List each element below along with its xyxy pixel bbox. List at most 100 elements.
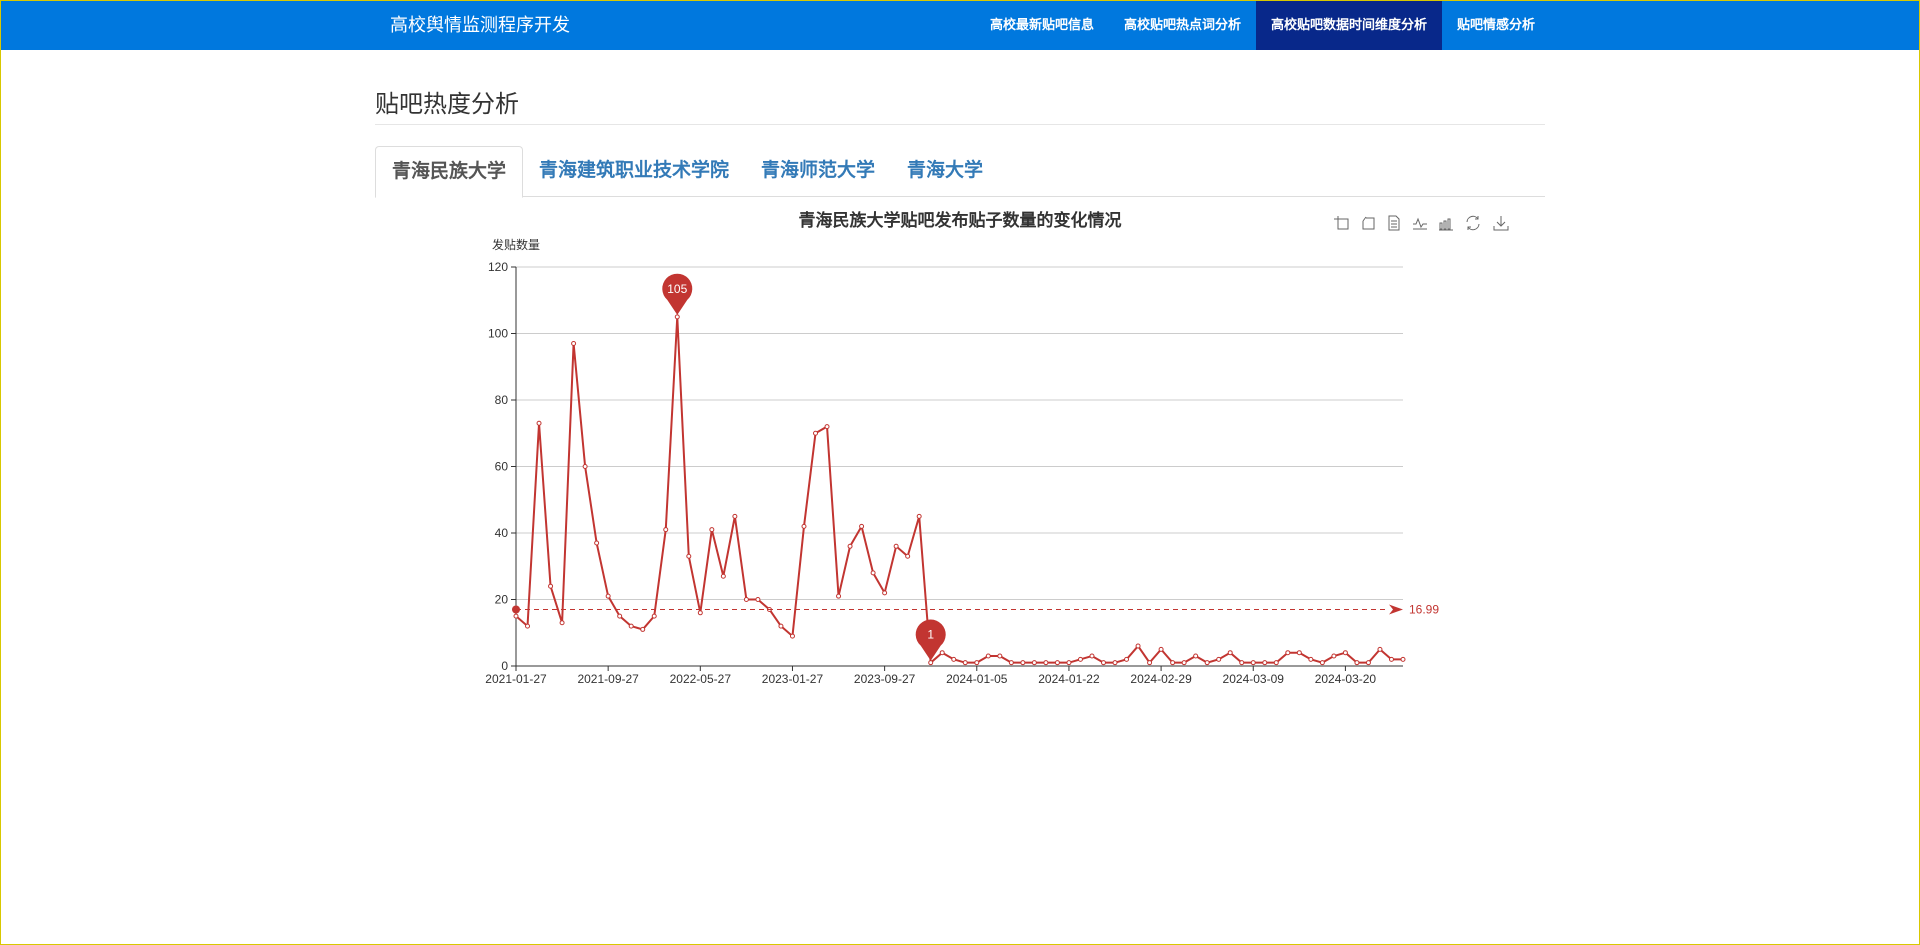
data-point	[859, 523, 865, 529]
data-point	[1377, 646, 1383, 652]
data-point	[939, 650, 945, 656]
data-point	[1112, 660, 1118, 666]
data-point	[1020, 660, 1026, 666]
data-point	[1193, 653, 1199, 659]
data-point	[651, 613, 657, 619]
data-point	[686, 553, 692, 559]
data-point	[847, 543, 853, 549]
mark-point-label: 1	[927, 628, 934, 642]
data-point	[789, 633, 795, 639]
data-point	[513, 613, 519, 619]
zoom-reset-icon[interactable]	[1358, 213, 1378, 233]
data-point	[1273, 660, 1279, 666]
data-point	[663, 527, 669, 533]
data-point	[640, 626, 646, 632]
data-point	[1008, 660, 1014, 666]
data-point	[1043, 660, 1049, 666]
data-point	[813, 430, 819, 436]
y-tick-label: 20	[495, 593, 509, 607]
save-image-icon[interactable]	[1491, 213, 1511, 233]
data-point	[1365, 660, 1371, 666]
data-point	[836, 593, 842, 599]
data-point	[594, 540, 600, 546]
y-tick-label: 80	[495, 393, 509, 407]
data-point	[571, 340, 577, 346]
data-point	[559, 620, 565, 626]
data-point	[732, 513, 738, 519]
data-point	[1054, 660, 1060, 666]
line-chart-icon[interactable]	[1410, 213, 1430, 233]
data-point	[1227, 650, 1233, 656]
data-point	[525, 623, 531, 629]
data-point	[951, 656, 957, 662]
y-axis-label: 发贴数量	[492, 237, 540, 252]
data-point	[870, 570, 876, 576]
average-label: 16.99	[1409, 603, 1439, 617]
x-tick-label: 2024-01-22	[1038, 672, 1100, 686]
data-point	[974, 660, 980, 666]
x-tick-label: 2024-03-09	[1223, 672, 1285, 686]
data-point	[674, 314, 680, 320]
data-point	[1400, 656, 1406, 662]
data-point	[1308, 656, 1314, 662]
restore-icon[interactable]	[1463, 213, 1483, 233]
data-point	[1135, 643, 1141, 649]
data-point	[1262, 660, 1268, 666]
data-point	[985, 653, 991, 659]
data-point	[1089, 653, 1095, 659]
mark-point-label: 105	[667, 282, 687, 296]
data-point	[893, 543, 899, 549]
data-point	[801, 523, 807, 529]
data-point	[1239, 660, 1245, 666]
data-point	[1354, 660, 1360, 666]
data-point	[709, 527, 715, 533]
data-point	[1181, 660, 1187, 666]
series-line	[515, 316, 1403, 665]
data-point	[1031, 660, 1037, 666]
x-tick-label: 2024-02-29	[1130, 672, 1192, 686]
x-tick-label: 2024-01-05	[946, 672, 1008, 686]
data-point	[743, 597, 749, 602]
y-tick-label: 100	[488, 327, 508, 341]
average-start-dot	[512, 605, 520, 614]
data-point	[582, 464, 588, 469]
data-view-icon[interactable]	[1384, 213, 1404, 233]
data-point	[778, 623, 784, 629]
data-point	[755, 597, 761, 602]
chart-title: 青海民族大学贴吧发布贴子数量的变化情况	[799, 210, 1122, 230]
data-point	[617, 613, 623, 619]
data-point	[1331, 653, 1337, 659]
data-point	[1204, 660, 1210, 666]
x-tick-label: 2023-01-27	[762, 672, 824, 686]
data-point	[548, 583, 554, 589]
data-point	[628, 623, 634, 629]
data-point	[997, 653, 1003, 659]
average-arrow	[1389, 604, 1403, 615]
data-point	[1124, 656, 1130, 662]
bar-chart-icon[interactable]	[1436, 213, 1456, 233]
x-tick-label: 2021-01-27	[485, 672, 547, 686]
data-point	[1158, 646, 1164, 652]
data-point	[1147, 660, 1153, 666]
y-tick-label: 120	[488, 260, 508, 274]
data-point	[1216, 656, 1222, 662]
y-tick-label: 0	[501, 659, 508, 673]
data-point	[1066, 660, 1072, 666]
data-point	[1388, 656, 1394, 662]
x-tick-label: 2023-09-27	[854, 672, 916, 686]
data-zoom-icon[interactable]	[1332, 213, 1352, 233]
data-point	[905, 553, 911, 559]
y-tick-label: 60	[495, 460, 509, 474]
data-point	[1170, 660, 1176, 666]
data-point	[1077, 656, 1083, 662]
data-point	[536, 420, 542, 426]
data-point	[605, 593, 611, 599]
data-point	[882, 590, 888, 596]
data-point	[962, 660, 968, 666]
data-point	[1342, 650, 1348, 656]
data-point	[1285, 650, 1291, 656]
data-point	[720, 573, 726, 579]
data-point	[928, 660, 934, 666]
data-point	[916, 513, 922, 519]
line-chart: 青海民族大学贴吧发布贴子数量的变化情况 发贴数量 020406080100120…	[485, 210, 1439, 686]
